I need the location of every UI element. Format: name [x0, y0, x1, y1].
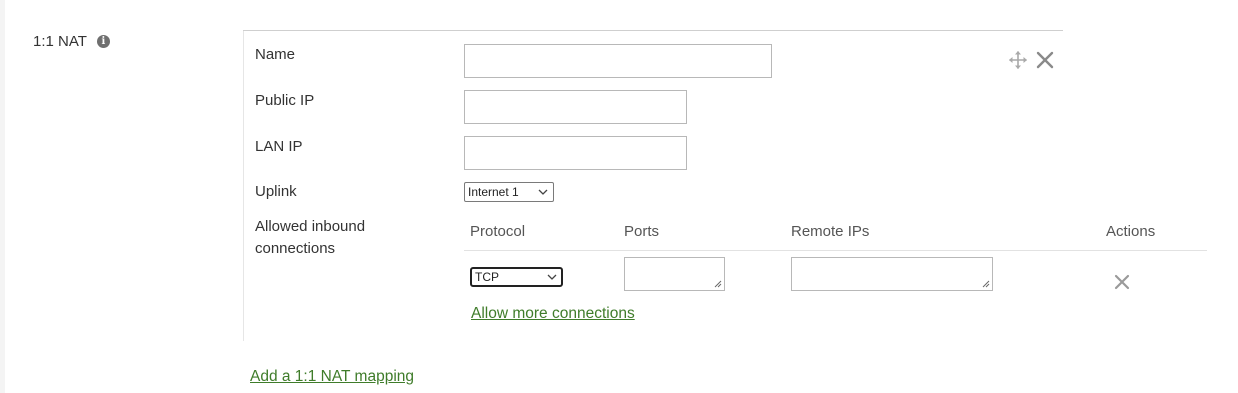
info-icon[interactable]: i	[96, 35, 110, 48]
name-label: Name	[255, 46, 296, 63]
remove-connection-icon[interactable]	[1114, 274, 1130, 290]
mapping-top-divider	[243, 30, 1063, 31]
actions-column-header: Actions	[1106, 223, 1156, 240]
allowed-connections-label-line1: Allowed inbound	[255, 218, 366, 235]
connections-header-divider	[464, 250, 1207, 251]
lan-ip-input[interactable]	[464, 136, 687, 170]
allowed-connections-label-line2: connections	[255, 240, 336, 257]
protocol-select[interactable]: TCP	[470, 267, 563, 287]
public-ip-input[interactable]	[464, 90, 687, 124]
name-input[interactable]	[464, 44, 772, 78]
resize-grip-icon[interactable]	[982, 280, 990, 288]
uplink-label: Uplink	[255, 183, 297, 200]
remote-ips-column-header: Remote IPs	[791, 223, 870, 240]
section-title: 1:1 NAT i	[33, 33, 110, 50]
allowed-connections-label: Allowed inbound connections	[255, 216, 365, 260]
public-ip-label: Public IP	[255, 92, 315, 109]
close-icon[interactable]	[1036, 51, 1054, 69]
allow-more-connections-link[interactable]: Allow more connections	[471, 305, 635, 323]
mapping-left-divider	[243, 31, 244, 341]
chevron-down-icon	[538, 189, 548, 195]
uplink-select[interactable]: Internet 1	[464, 182, 554, 202]
ports-column-header: Ports	[624, 223, 660, 240]
move-icon[interactable]	[1008, 50, 1028, 70]
protocol-select-value: TCP	[475, 270, 499, 284]
remote-ips-textarea[interactable]	[791, 257, 993, 291]
uplink-select-value: Internet 1	[468, 185, 519, 199]
resize-grip-icon[interactable]	[714, 280, 722, 288]
protocol-column-header: Protocol	[470, 223, 526, 240]
page-left-edge	[0, 0, 5, 393]
chevron-down-icon	[547, 274, 557, 280]
lan-ip-label: LAN IP	[255, 138, 303, 155]
ports-textarea[interactable]	[624, 257, 725, 291]
section-title-text: 1:1 NAT	[33, 33, 87, 50]
add-nat-mapping-link[interactable]: Add a 1:1 NAT mapping	[250, 368, 414, 386]
